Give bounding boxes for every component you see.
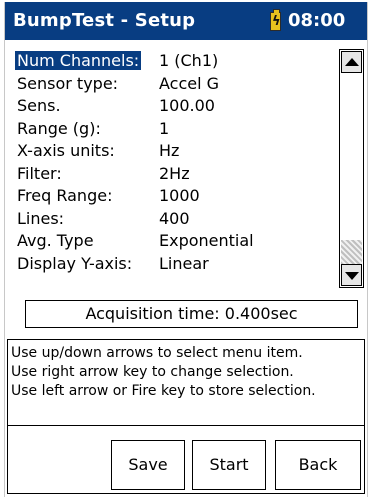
help-line: Use up/down arrows to select menu item.: [11, 345, 303, 361]
setting-label: Num Channels:: [15, 51, 142, 70]
setting-row-avg-type[interactable]: Avg. Type Exponential: [13, 229, 339, 252]
setting-row-sens[interactable]: Sens. 100.00: [13, 94, 339, 117]
setting-row-display-y-axis[interactable]: Display Y-axis: Linear: [13, 252, 339, 275]
setting-row-num-channels[interactable]: Num Channels: 1 (Ch1): [13, 49, 339, 72]
title-bar: BumpTest - Setup ϟ 08:00: [5, 2, 367, 40]
setting-row-x-axis-units[interactable]: X-axis units: Hz: [13, 139, 339, 162]
setting-value: 400: [159, 208, 190, 228]
setting-row-freq-range[interactable]: Freq Range: 1000: [13, 184, 339, 207]
setting-label: Lines:: [17, 208, 65, 228]
setting-value: Linear: [159, 253, 209, 273]
arrow-down-icon: [345, 272, 359, 280]
setting-row-filter[interactable]: Filter: 2Hz: [13, 162, 339, 185]
back-button[interactable]: Back: [275, 440, 361, 490]
setting-value: 1 (Ch1): [159, 51, 219, 70]
setting-value: Accel G: [159, 73, 220, 93]
setting-value: 1: [159, 118, 170, 138]
setting-value: Exponential: [159, 231, 254, 250]
save-button[interactable]: Save: [111, 440, 185, 490]
setting-label: Range (g):: [17, 118, 101, 138]
vertical-scrollbar[interactable]: [339, 49, 364, 288]
setting-label: X-axis units:: [17, 141, 115, 160]
scrollbar-track[interactable]: [341, 240, 362, 264]
start-button[interactable]: Start: [192, 440, 266, 490]
setting-label: Filter:: [17, 163, 62, 183]
setting-label: Sens.: [17, 96, 61, 115]
setting-value: 100.00: [159, 96, 215, 115]
setting-label: Avg. Type: [17, 231, 94, 250]
setting-row-sensor-type[interactable]: Sensor type: Accel G: [13, 72, 339, 95]
setting-row-lines[interactable]: Lines: 400: [13, 207, 339, 230]
battery-charging-icon: ϟ: [270, 9, 281, 31]
setting-label: Freq Range:: [17, 186, 113, 205]
setting-value: 2Hz: [159, 163, 190, 183]
bolt-glyph: ϟ: [272, 14, 281, 29]
help-line: Use left arrow or Fire key to store sele…: [11, 383, 316, 399]
help-line: Use right arrow key to change selection.: [11, 364, 294, 380]
arrow-up-icon: [345, 58, 359, 66]
window-title: BumpTest - Setup: [13, 10, 196, 31]
setting-value: Hz: [159, 141, 180, 160]
clock: 08:00: [288, 10, 346, 31]
settings-list[interactable]: Num Channels: 1 (Ch1) Sensor type: Accel…: [13, 49, 339, 285]
acquisition-time: Acquisition time: 0.400sec: [25, 300, 358, 328]
help-box: Use up/down arrows to select menu item. …: [7, 339, 365, 426]
scroll-down-button[interactable]: [341, 264, 362, 286]
setting-label: Sensor type:: [17, 73, 119, 93]
setting-label: Display Y-axis:: [17, 253, 133, 273]
scroll-up-button[interactable]: [341, 51, 362, 73]
window: BumpTest - Setup ϟ 08:00 Num Channels: 1…: [4, 2, 368, 497]
setting-value: 1000: [159, 186, 200, 205]
setting-row-range[interactable]: Range (g): 1: [13, 117, 339, 140]
